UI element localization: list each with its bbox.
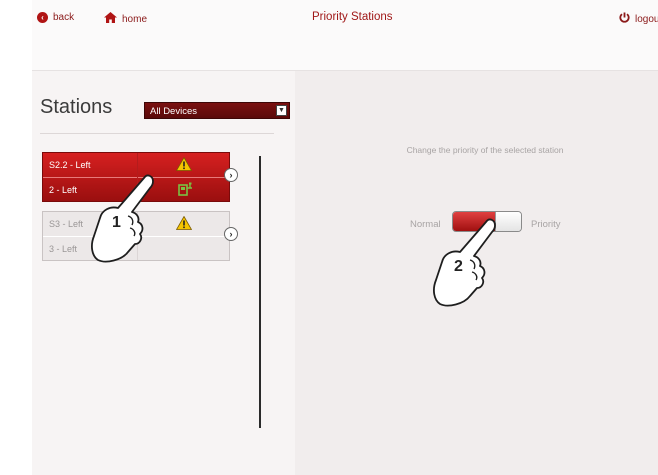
- back-label: back: [53, 12, 75, 23]
- sub-bar: [32, 38, 658, 71]
- home-link[interactable]: home: [104, 12, 147, 26]
- stations-heading: Stations: [40, 96, 113, 118]
- back-link[interactable]: ‹ back: [37, 12, 74, 23]
- priority-instruction: Change the priority of the selected stat…: [406, 145, 564, 155]
- page-title: Priority Stations: [312, 11, 393, 23]
- home-icon: [104, 12, 117, 26]
- back-arrow-icon: ‹: [37, 12, 48, 23]
- logout-link[interactable]: logou: [619, 12, 658, 26]
- panel-separator: [259, 156, 261, 428]
- warning-icon: [175, 215, 193, 235]
- stations-panel: [32, 71, 294, 475]
- device-filter-select[interactable]: All Devices ▼: [144, 102, 290, 119]
- priority-label: Priority: [531, 219, 561, 230]
- pointing-hand-icon: [88, 172, 158, 272]
- home-label: home: [122, 13, 148, 25]
- chevron-right-icon[interactable]: ›: [224, 227, 238, 241]
- step-number-1: 1: [112, 214, 121, 231]
- plug-icon: [178, 182, 193, 201]
- step-number-2: 2: [454, 258, 463, 275]
- divider: [40, 133, 274, 134]
- pointing-hand-icon: [430, 216, 500, 316]
- warning-icon: [175, 156, 193, 176]
- logout-label: logou: [635, 13, 658, 25]
- power-icon: [619, 12, 630, 26]
- chevron-right-icon[interactable]: ›: [224, 168, 238, 182]
- dropdown-arrow-icon: ▼: [276, 105, 287, 116]
- device-filter-value: All Devices: [150, 106, 197, 117]
